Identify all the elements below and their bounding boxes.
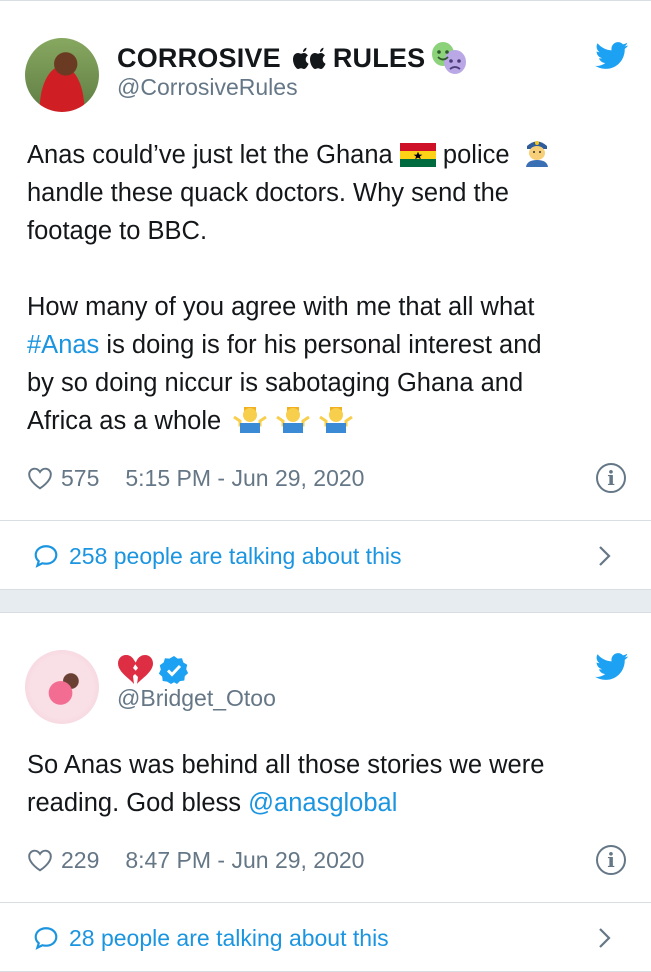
shrug-emoji-group xyxy=(232,407,354,435)
like-count[interactable]: 575 xyxy=(61,465,99,492)
person-shrugging-icon xyxy=(276,407,311,433)
person-shrugging-icon xyxy=(319,407,354,433)
tweet-text-segment: police xyxy=(442,141,510,169)
comment-bubble-icon xyxy=(34,927,58,950)
person-shrugging-icon xyxy=(233,407,268,433)
tweet-meta: 229 8:47 PM - Jun 29, 2020 i xyxy=(27,840,626,880)
tweet-text-segment: reading. God bless xyxy=(27,789,242,817)
performing-arts-masks-icon xyxy=(432,42,467,74)
mention-link[interactable]: @anasglobal xyxy=(248,789,397,817)
apple-logo-icon xyxy=(292,47,326,69)
info-icon[interactable]: i xyxy=(596,463,626,493)
tweet-text-segment: by so doing niccur is sabotaging Ghana a… xyxy=(27,369,524,397)
tweet-text-segment: handle these quack doctors. Why send the xyxy=(27,179,509,207)
tweet-text-segment: is doing is for his personal interest an… xyxy=(106,331,542,359)
comment-bubble-icon xyxy=(34,545,58,568)
tweet-timestamp[interactable]: 5:15 PM - Jun 29, 2020 xyxy=(125,465,364,492)
divider xyxy=(0,902,651,903)
tweet-timestamp[interactable]: 8:47 PM - Jun 29, 2020 xyxy=(125,847,364,874)
author-handle[interactable]: @CorrosiveRules xyxy=(117,74,298,101)
divider xyxy=(0,520,651,521)
display-name: CORROSIVE xyxy=(117,42,281,73)
tweet-text-segment: Africa as a whole xyxy=(27,407,222,435)
author-name[interactable]: CORROSIVE RULES xyxy=(117,39,471,77)
conversation-count: 258 people are talking about this xyxy=(69,542,402,569)
tweet-card[interactable]: @Bridget_Otoo So Anas was behind all tho… xyxy=(0,612,651,972)
conversation-link[interactable]: 28 people are talking about this xyxy=(33,918,613,958)
tweet-meta: 575 5:15 PM - Jun 29, 2020 i xyxy=(27,458,626,498)
ghana-flag-icon xyxy=(399,143,436,167)
avatar[interactable] xyxy=(25,38,99,112)
broken-heart-icon xyxy=(118,655,153,684)
author-name[interactable] xyxy=(117,651,189,689)
heart-icon[interactable] xyxy=(27,466,53,490)
chevron-right-icon xyxy=(599,546,611,566)
verified-badge-icon xyxy=(159,656,189,684)
info-icon[interactable]: i xyxy=(596,845,626,875)
conversation-count: 28 people are talking about this xyxy=(69,924,389,951)
conversation-link[interactable]: 258 people are talking about this xyxy=(33,536,613,576)
author-handle[interactable]: @Bridget_Otoo xyxy=(117,685,276,712)
hashtag-link[interactable]: #Anas xyxy=(27,331,99,359)
tweet-text-segment: So Anas was behind all those stories we … xyxy=(27,751,545,779)
chevron-right-icon xyxy=(599,928,611,948)
police-officer-icon xyxy=(525,141,548,167)
like-count[interactable]: 229 xyxy=(61,847,99,874)
tweet-text-segment: How many of you agree with me that all w… xyxy=(27,293,535,321)
tweet-text: Anas could’ve just let the Ghana police … xyxy=(27,136,625,440)
tweet-text: So Anas was behind all those stories we … xyxy=(27,746,625,822)
tweet-text-segment: Anas could’ve just let the Ghana xyxy=(27,141,393,169)
twitter-bird-icon[interactable] xyxy=(595,653,629,681)
tweet-card[interactable]: CORROSIVE RULES @CorrosiveRules Anas cou… xyxy=(0,0,651,590)
twitter-bird-icon[interactable] xyxy=(595,42,629,70)
display-name-suffix: RULES xyxy=(332,42,426,73)
tweet-text-segment: footage to BBC. xyxy=(27,217,208,245)
heart-icon[interactable] xyxy=(27,848,53,872)
avatar[interactable] xyxy=(25,650,99,724)
